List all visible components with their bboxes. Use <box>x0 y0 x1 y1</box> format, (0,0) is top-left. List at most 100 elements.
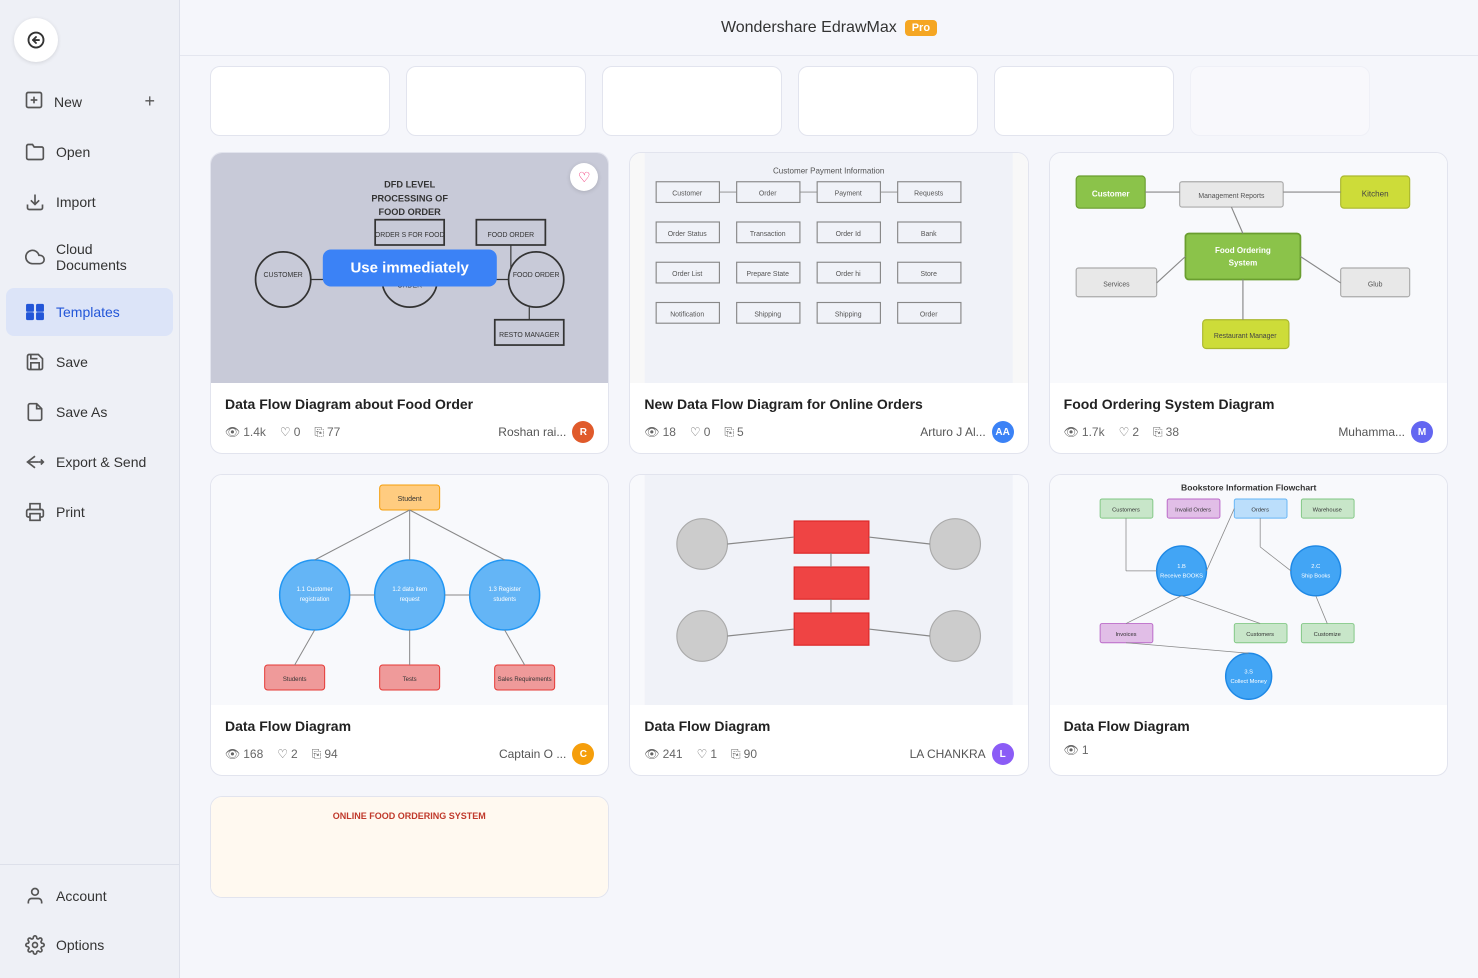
import-icon <box>24 191 46 213</box>
svg-text:ONLINE FOOD ORDERING SYSTEM: ONLINE FOOD ORDERING SYSTEM <box>333 811 486 821</box>
svg-text:Customer: Customer <box>1092 190 1130 199</box>
svg-text:Ship Books: Ship Books <box>1301 574 1330 580</box>
svg-text:FOOD ORDER: FOOD ORDER <box>488 232 535 239</box>
svg-text:Order Status: Order Status <box>668 231 708 238</box>
svg-text:Student: Student <box>398 496 422 503</box>
svg-text:1.B: 1.B <box>1177 564 1186 570</box>
sidebar-item-import[interactable]: Import <box>6 178 173 226</box>
views-count: 👁 168 <box>225 747 263 761</box>
svg-text:1.3 Register: 1.3 Register <box>488 587 520 593</box>
likes-count: ♡ 2 <box>277 747 297 761</box>
sidebar-item-export[interactable]: Export & Send <box>6 438 173 486</box>
sidebar-item-label: Account <box>56 888 107 904</box>
options-icon <box>24 934 46 956</box>
template-card-dfd-student[interactable]: Student 1.1 Customer registration 1.2 da… <box>210 474 609 776</box>
views-count: 👁 18 <box>644 425 676 439</box>
svg-text:ORDER S FOR FOOD: ORDER S FOR FOOD <box>375 232 445 239</box>
sidebar-item-label: Open <box>56 144 90 160</box>
svg-text:Customers: Customers <box>1112 508 1140 514</box>
svg-text:Requests: Requests <box>915 191 945 198</box>
top-partial-card-5 <box>994 66 1174 136</box>
author-name: LA CHANKRA <box>910 747 986 761</box>
card-image-dfd-food: DFD LEVEL PROCESSING OF FOOD ORDER CUSTO… <box>211 153 608 383</box>
eye-icon: 👁 <box>225 747 240 761</box>
sidebar-item-open[interactable]: Open <box>6 128 173 176</box>
author-name: Muhamma... <box>1338 425 1405 439</box>
card-image-dfd-plain <box>630 475 1027 705</box>
svg-text:Order: Order <box>920 311 938 318</box>
svg-text:Invalid Orders: Invalid Orders <box>1175 508 1211 514</box>
card-title: Food Ordering System Diagram <box>1064 395 1433 413</box>
new-icon <box>24 90 44 113</box>
svg-text:Transaction: Transaction <box>750 231 786 238</box>
svg-text:request: request <box>400 597 420 603</box>
svg-text:Sales Requirements: Sales Requirements <box>498 677 552 683</box>
views-count: 👁 1.4k <box>225 425 266 439</box>
card-meta: 👁 241 ♡ 1 ⎘ 90 LA CHANKRA <box>644 743 1013 765</box>
svg-text:Payment: Payment <box>835 191 862 198</box>
template-card-dfd-food[interactable]: DFD LEVEL PROCESSING OF FOOD ORDER CUSTO… <box>210 152 609 454</box>
sidebar-item-print[interactable]: Print <box>6 488 173 536</box>
svg-text:Customer Payment Information: Customer Payment Information <box>773 167 884 176</box>
sidebar-item-label: Templates <box>56 304 120 320</box>
card-meta: 👁 1.4k ♡ 0 ⎘ 77 Roshan rai... <box>225 421 594 443</box>
top-partial-card-3 <box>602 66 782 136</box>
card-info-bookstore: Data Flow Diagram 👁 1 <box>1050 705 1447 767</box>
account-icon <box>24 885 46 907</box>
back-button[interactable] <box>14 18 58 62</box>
sidebar-item-save[interactable]: Save <box>6 338 173 386</box>
svg-text:Order Id: Order Id <box>836 231 861 238</box>
eye-icon: 👁 <box>1064 425 1079 439</box>
svg-text:Receive BOOKS: Receive BOOKS <box>1160 574 1203 580</box>
use-immediately-button[interactable]: Use immediately <box>322 250 496 287</box>
svg-text:Food Ordering: Food Ordering <box>1215 246 1271 255</box>
views-count: 👁 1 <box>1064 743 1089 757</box>
author-avatar: M <box>1411 421 1433 443</box>
card-title: Data Flow Diagram <box>225 717 594 735</box>
author-avatar: AA <box>992 421 1014 443</box>
template-card-bookstore[interactable]: Bookstore Information Flowchart Customer… <box>1049 474 1448 776</box>
eye-icon: 👁 <box>644 747 659 761</box>
sidebar-item-templates[interactable]: Templates <box>6 288 173 336</box>
sidebar-item-label: New <box>54 94 82 110</box>
template-card-dfd-online[interactable]: Customer Payment Information Customer Or… <box>629 152 1028 454</box>
heart-icon: ♡ <box>280 425 291 439</box>
author-avatar: L <box>992 743 1014 765</box>
heart-icon: ♡ <box>690 425 701 439</box>
card-image-food-system: Customer Kitchen Food Ordering System Se… <box>1050 153 1447 383</box>
svg-text:registration: registration <box>300 597 330 603</box>
author-name: Captain O ... <box>499 747 566 761</box>
sidebar-item-label: Print <box>56 504 85 520</box>
sidebar-item-label: Save <box>56 354 88 370</box>
main-content: Wondershare EdrawMax Pro DFD LEVEL PROCE… <box>180 0 1478 978</box>
svg-text:Order: Order <box>759 191 777 198</box>
svg-text:System: System <box>1228 259 1257 268</box>
author-avatar: C <box>572 743 594 765</box>
templates-grid: DFD LEVEL PROCESSING OF FOOD ORDER CUSTO… <box>210 152 1448 776</box>
svg-text:Bookstore Information Flowchar: Bookstore Information Flowchart <box>1181 483 1316 493</box>
pro-badge: Pro <box>905 20 937 36</box>
sidebar-item-new[interactable]: New + <box>6 77 173 126</box>
template-card-dfd-plain[interactable]: Data Flow Diagram 👁 241 ♡ 1 ⎘ 90 <box>629 474 1028 776</box>
plus-icon: + <box>144 91 155 112</box>
sidebar-item-saveas[interactable]: Save As <box>6 388 173 436</box>
sidebar-item-options[interactable]: Options <box>6 921 173 969</box>
sidebar-item-label: Export & Send <box>56 454 146 470</box>
svg-text:Customers: Customers <box>1246 632 1274 638</box>
svg-text:Kitchen: Kitchen <box>1361 190 1388 199</box>
card-title: New Data Flow Diagram for Online Orders <box>644 395 1013 413</box>
card-meta: 👁 168 ♡ 2 ⎘ 94 Captain O ... <box>225 743 594 765</box>
svg-text:Collect Money: Collect Money <box>1230 679 1267 685</box>
template-card-online-food[interactable]: ONLINE FOOD ORDERING SYSTEM <box>210 796 609 898</box>
print-icon <box>24 501 46 523</box>
sidebar-item-account[interactable]: Account <box>6 872 173 920</box>
app-name: Wondershare EdrawMax <box>721 19 897 37</box>
template-card-food-system[interactable]: Customer Kitchen Food Ordering System Se… <box>1049 152 1448 454</box>
eye-icon: 👁 <box>225 425 240 439</box>
svg-text:1.2 data item: 1.2 data item <box>392 587 427 593</box>
eye-icon: 👁 <box>644 425 659 439</box>
likes-count: ♡ 0 <box>280 425 300 439</box>
sidebar-item-cloud[interactable]: Cloud Documents <box>6 228 173 286</box>
svg-text:Order hi: Order hi <box>836 271 861 278</box>
card-title: Data Flow Diagram <box>1064 717 1433 735</box>
